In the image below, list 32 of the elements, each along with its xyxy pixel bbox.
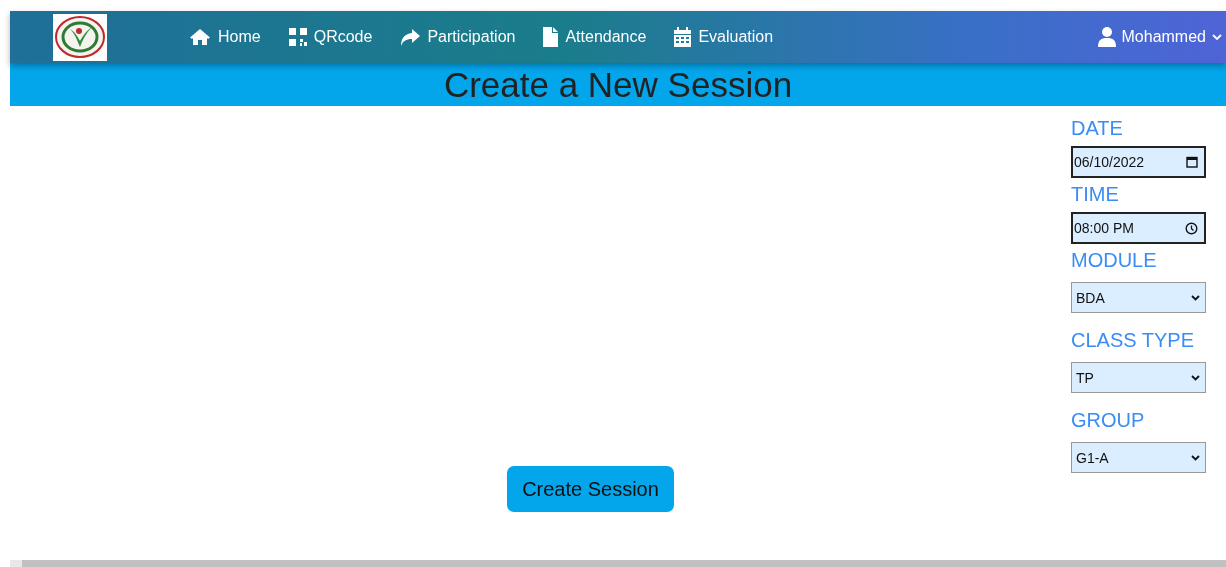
field-label: TIME — [1071, 182, 1120, 206]
horizontal-scrollbar[interactable] — [10, 560, 1226, 567]
document-icon — [543, 27, 559, 47]
nav-link[interactable]: Attendance — [529, 17, 661, 57]
chevron-down-icon — [1191, 294, 1200, 301]
chevron-down-icon — [1191, 374, 1200, 381]
dropdown[interactable]: G1-A — [1071, 442, 1206, 473]
date-input[interactable]: 06/10/2022 — [1071, 146, 1206, 178]
chevron-down-icon — [1191, 454, 1200, 461]
nav-link[interactable]: QRcode — [274, 17, 387, 57]
time-input[interactable]: 08:00 PM — [1071, 212, 1206, 244]
dropdown[interactable]: TP — [1071, 362, 1206, 393]
field-label: DATE — [1071, 116, 1124, 140]
dropdown[interactable]: BDA — [1071, 282, 1206, 313]
page-title: Create a New Session — [443, 64, 793, 106]
create-session-button[interactable]: Create Session — [507, 466, 674, 512]
clock-icon[interactable] — [1185, 221, 1198, 235]
qr-code-icon — [288, 28, 307, 46]
nav-link[interactable]: Participation — [386, 17, 530, 57]
home-icon — [189, 28, 211, 46]
share-arrow-icon — [400, 28, 421, 46]
field-label: CLASS TYPE — [1071, 328, 1196, 352]
field-label: MODULE — [1071, 248, 1158, 272]
calendar-icon[interactable] — [1186, 156, 1198, 168]
user-menu[interactable]: Mohammed — [1083, 17, 1226, 57]
calendar-icon — [674, 27, 692, 47]
nav-link[interactable]: Evaluation — [660, 17, 788, 57]
field-label: GROUP — [1071, 408, 1146, 432]
user-icon — [1097, 27, 1116, 47]
chevron-down-icon — [1212, 33, 1222, 41]
logo-icon — [54, 15, 106, 59]
nav-link[interactable]: Home — [175, 17, 275, 57]
